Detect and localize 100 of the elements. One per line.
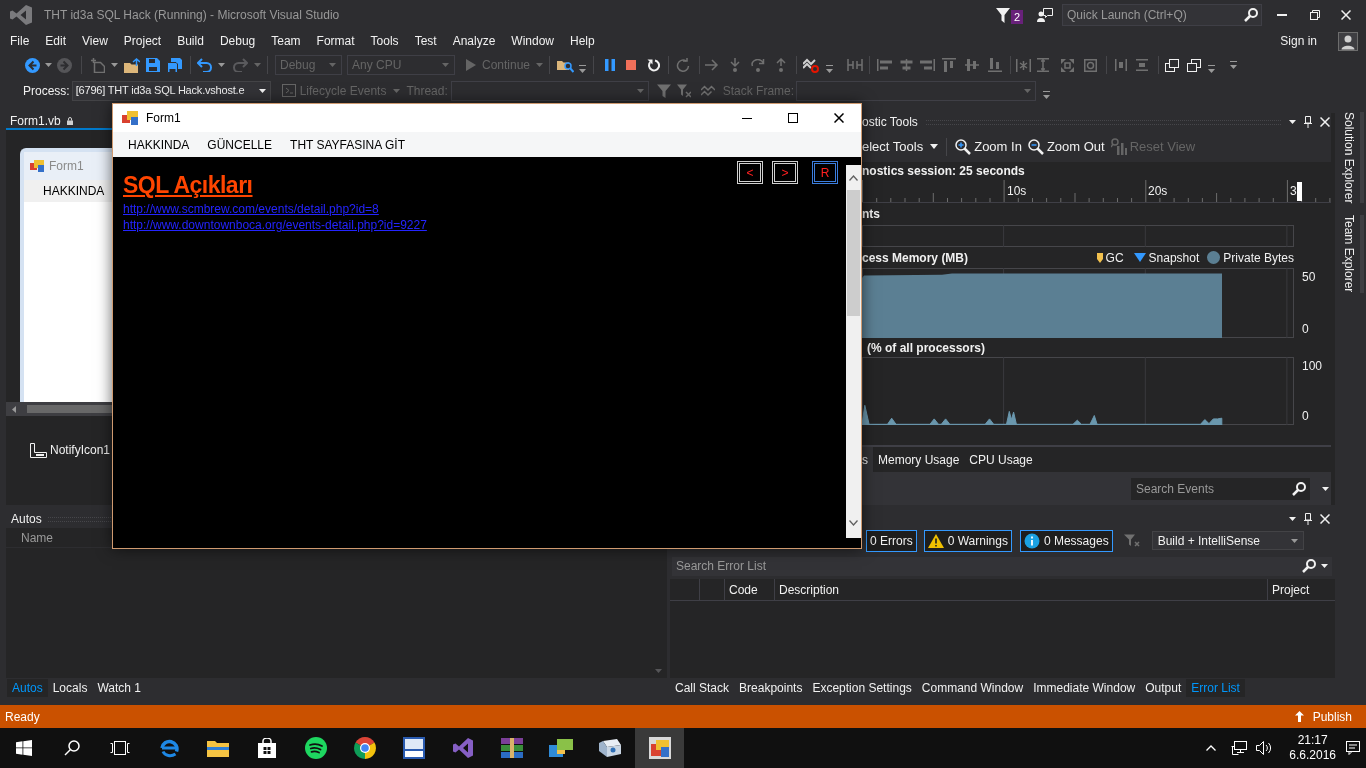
menu-item[interactable]: Format [308, 31, 363, 51]
panel-tab[interactable]: Breakpoints [734, 679, 808, 697]
split-icon[interactable] [847, 59, 864, 71]
align-bottom-icon[interactable] [988, 58, 1003, 72]
filter-toggle-button[interactable]: 0 Warnings [923, 529, 1012, 552]
panel-tab[interactable]: Exception Settings [807, 679, 917, 697]
overflow-icon[interactable] [1230, 61, 1238, 69]
stop-icon[interactable] [626, 60, 637, 70]
panel-tab[interactable]: Locals [47, 679, 93, 697]
align-left-icon[interactable] [877, 59, 893, 71]
scope-dropdown[interactable]: Build + IntelliSense [1151, 531, 1304, 550]
task-view-icon[interactable] [110, 741, 130, 755]
overflow-icon[interactable] [579, 65, 587, 73]
quick-launch-field[interactable]: Quick Launch (Ctrl+Q) [1062, 4, 1262, 26]
caret-icon[interactable] [111, 63, 118, 67]
app-window-icon[interactable] [648, 737, 671, 759]
network-icon[interactable] [1231, 741, 1248, 755]
menu-item[interactable]: Edit [37, 31, 75, 51]
search-events-field[interactable]: Search Events [1131, 477, 1310, 500]
side-tab[interactable]: Solution Explorer [1341, 112, 1364, 204]
start-icon[interactable] [16, 740, 32, 756]
menu-item[interactable]: Test [406, 31, 445, 51]
clock-date[interactable]: 6.6.2016 [1289, 748, 1336, 763]
panel-tab[interactable]: Watch 1 [92, 679, 146, 697]
caret-icon[interactable] [1289, 517, 1296, 521]
panel-tab[interactable]: Immediate Window [1028, 679, 1141, 697]
shopping-bag-icon[interactable] [257, 738, 276, 758]
pin-icon[interactable] [1304, 116, 1312, 128]
search-icon[interactable] [1244, 8, 1258, 22]
box-icon[interactable] [598, 739, 621, 757]
filter-icon[interactable] [995, 7, 1010, 23]
menu-item[interactable]: Debug [211, 31, 264, 51]
tile-icon[interactable] [402, 737, 425, 759]
maximize-icon[interactable] [788, 113, 798, 123]
arrow-right-icon[interactable] [705, 59, 720, 71]
caret-icon[interactable] [45, 63, 52, 67]
panel-tab[interactable]: Error List [1186, 679, 1245, 697]
panel-tab[interactable]: Autos [7, 679, 48, 697]
menu-item[interactable]: Window [503, 31, 563, 51]
menu-item[interactable]: HAKKINDA [119, 135, 199, 154]
menu-item[interactable]: Build [169, 31, 212, 51]
filter-clear-icon[interactable] [676, 83, 691, 98]
volume-icon[interactable] [1256, 741, 1273, 755]
step-out-icon[interactable] [775, 58, 788, 72]
save-icon[interactable] [146, 58, 160, 72]
folder-open-icon[interactable] [124, 57, 140, 73]
menu-item[interactable]: THT SAYFASINA GİT [281, 135, 414, 154]
align-right-icon[interactable] [920, 59, 936, 71]
height-icon[interactable] [1037, 58, 1050, 72]
panel-tab[interactable]: CPU Usage [964, 447, 1038, 472]
zoom-out-button[interactable]: Zoom Out [1027, 136, 1105, 157]
disc-waves-icon[interactable] [304, 737, 327, 759]
undo-icon[interactable] [197, 58, 212, 72]
search-error-list-field[interactable]: Search Error List [672, 556, 1332, 576]
frame-icon[interactable] [1084, 58, 1098, 72]
sign-in-link[interactable]: Sign in [1280, 32, 1317, 50]
next-statement-icon[interactable] [676, 58, 691, 72]
minimize-icon[interactable] [742, 117, 752, 119]
filter-toggle-button[interactable]: 0 Messages [1019, 529, 1113, 552]
center-vertical-icon[interactable] [1136, 59, 1149, 71]
stacked-windows-icon[interactable] [548, 739, 573, 757]
overflow-icon[interactable] [826, 65, 834, 73]
menu-item[interactable]: GÜNCELLE [198, 135, 282, 154]
align-top-icon[interactable] [942, 58, 957, 72]
books-icon[interactable] [500, 738, 523, 758]
back-icon[interactable] [25, 57, 40, 73]
search-icon[interactable] [1302, 559, 1316, 573]
document-tab[interactable]: Form1.vb [10, 111, 73, 130]
menu-item[interactable]: Team [263, 31, 309, 51]
align-center-icon[interactable] [899, 59, 915, 71]
zoom-in-button[interactable]: Zoom In [955, 136, 1022, 157]
pin-icon[interactable] [1304, 513, 1312, 525]
folder-icon[interactable] [206, 739, 229, 757]
wave-icon[interactable] [700, 84, 715, 97]
restart-icon[interactable] [647, 58, 661, 72]
pause-icon[interactable] [605, 59, 616, 71]
avatar-icon[interactable] [1338, 31, 1358, 51]
search-icon[interactable] [1292, 481, 1306, 496]
align-middle-icon[interactable] [965, 58, 980, 72]
select-tools-button[interactable]: elect Tools [862, 136, 939, 157]
horizontal-scrollbar[interactable] [6, 402, 112, 416]
bring-front-icon[interactable] [1165, 58, 1180, 72]
center-horizontal-icon[interactable] [1115, 59, 1128, 71]
ribbon-logo-icon[interactable] [452, 738, 473, 758]
scrollbar-thumb[interactable] [27, 405, 112, 413]
component-label[interactable]: NotifyIcon1 [50, 441, 111, 459]
send-back-icon[interactable] [1187, 58, 1202, 72]
filter-toggle-button[interactable]: 0 Errors [866, 529, 917, 552]
nav-button[interactable]: > [772, 161, 798, 184]
step-over-icon[interactable] [751, 58, 766, 72]
caret-icon[interactable] [1322, 486, 1329, 491]
menu-item[interactable]: View [74, 31, 116, 51]
feedback-icon[interactable] [1037, 8, 1053, 22]
new-item-icon[interactable] [91, 57, 105, 73]
caret-icon[interactable] [1321, 564, 1328, 568]
clock-time[interactable]: 21:17 [1297, 733, 1328, 748]
side-tab[interactable]: Team Explorer [1341, 215, 1364, 293]
nav-button[interactable]: < [737, 161, 763, 184]
menu-item[interactable]: File [2, 31, 38, 51]
menu-item[interactable]: Help [562, 31, 603, 51]
